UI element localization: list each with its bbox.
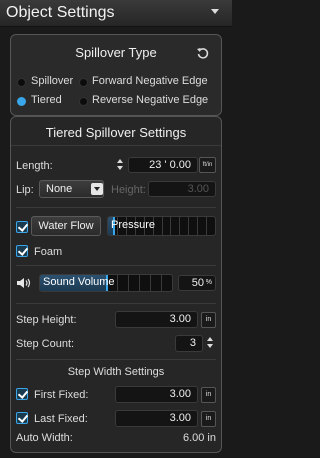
divider bbox=[11, 145, 221, 146]
length-label: Length: bbox=[16, 160, 53, 172]
water-flow-button[interactable]: Water Flow bbox=[31, 216, 101, 236]
sound-volume-value: 50 bbox=[191, 277, 204, 289]
length-input[interactable]: 23 ' 0.00 bbox=[128, 157, 198, 173]
step-height-unit: in bbox=[201, 312, 216, 328]
pressure-label: Pressure bbox=[111, 219, 156, 231]
slider-tick bbox=[139, 275, 140, 291]
slider-tick bbox=[206, 217, 207, 235]
radio-tiered-label[interactable]: Tiered bbox=[31, 94, 62, 106]
last-fixed-checkbox[interactable] bbox=[16, 412, 28, 424]
slider-tick bbox=[150, 275, 151, 291]
length-unit: ft/in bbox=[199, 157, 216, 173]
divider bbox=[16, 265, 216, 266]
lip-label: Lip: bbox=[16, 184, 34, 196]
slider-tick bbox=[188, 217, 189, 235]
sound-volume-input[interactable]: 50 % bbox=[178, 275, 216, 291]
spillover-type-title: Spillover Type bbox=[75, 45, 157, 60]
radio-tiered[interactable] bbox=[17, 97, 26, 106]
step-width-title: Step Width Settings bbox=[67, 366, 165, 378]
radio-reverse-negative-edge-label[interactable]: Reverse Negative Edge bbox=[92, 94, 208, 106]
sound-volume-unit: % bbox=[205, 279, 212, 286]
slider-tick bbox=[197, 217, 198, 235]
reset-icon[interactable] bbox=[196, 46, 210, 60]
foam-label[interactable]: Foam bbox=[34, 246, 62, 258]
water-flow-checkbox[interactable] bbox=[16, 221, 28, 233]
sound-volume-slider[interactable]: Sound Volume bbox=[39, 274, 173, 292]
last-fixed-unit: in bbox=[201, 411, 216, 427]
radio-reverse-negative-edge[interactable] bbox=[79, 97, 88, 106]
slider-tick bbox=[179, 217, 180, 235]
slider-tick bbox=[128, 275, 129, 291]
last-fixed-label[interactable]: Last Fixed: bbox=[34, 413, 88, 425]
divider bbox=[16, 303, 216, 304]
step-count-input[interactable]: 3 bbox=[175, 335, 203, 352]
slider-tick bbox=[161, 275, 162, 291]
tiered-settings-title: Tiered Spillover Settings bbox=[45, 125, 187, 140]
length-spinner[interactable] bbox=[117, 157, 126, 173]
auto-width-label: Auto Width: bbox=[16, 432, 73, 444]
step-height-label: Step Height: bbox=[16, 314, 77, 326]
first-fixed-input[interactable]: 3.00 bbox=[115, 386, 198, 403]
step-count-label: Step Count: bbox=[16, 338, 75, 350]
step-count-spinner[interactable] bbox=[207, 335, 216, 351]
height-label: Height: bbox=[111, 184, 146, 196]
slider-tick bbox=[170, 217, 171, 235]
slider-tick bbox=[162, 217, 163, 235]
step-height-input[interactable]: 3.00 bbox=[115, 311, 198, 328]
divider bbox=[16, 207, 216, 208]
panel-title: Object Settings bbox=[6, 4, 115, 21]
radio-spillover[interactable] bbox=[17, 78, 26, 87]
radio-forward-negative-edge[interactable] bbox=[79, 78, 88, 87]
speaker-icon bbox=[17, 278, 31, 288]
radio-spillover-label[interactable]: Spillover bbox=[31, 75, 73, 87]
slider-tick bbox=[117, 275, 118, 291]
sound-volume-label: Sound Volume bbox=[43, 276, 115, 288]
lip-value: None bbox=[46, 183, 73, 195]
auto-width-value: 6.00 in bbox=[182, 432, 216, 444]
divider bbox=[16, 359, 216, 360]
lip-dropdown-arrow-icon[interactable] bbox=[91, 183, 103, 195]
last-fixed-input[interactable]: 3.00 bbox=[115, 410, 198, 427]
foam-checkbox[interactable] bbox=[16, 245, 28, 257]
pressure-slider[interactable]: Pressure bbox=[107, 216, 216, 236]
panel-menu-chevron-icon[interactable] bbox=[211, 9, 219, 14]
radio-forward-negative-edge-label[interactable]: Forward Negative Edge bbox=[92, 75, 208, 87]
first-fixed-checkbox[interactable] bbox=[16, 388, 28, 400]
first-fixed-unit: in bbox=[201, 387, 216, 403]
height-input: 3.00 bbox=[148, 181, 216, 197]
first-fixed-label[interactable]: First Fixed: bbox=[34, 389, 88, 401]
